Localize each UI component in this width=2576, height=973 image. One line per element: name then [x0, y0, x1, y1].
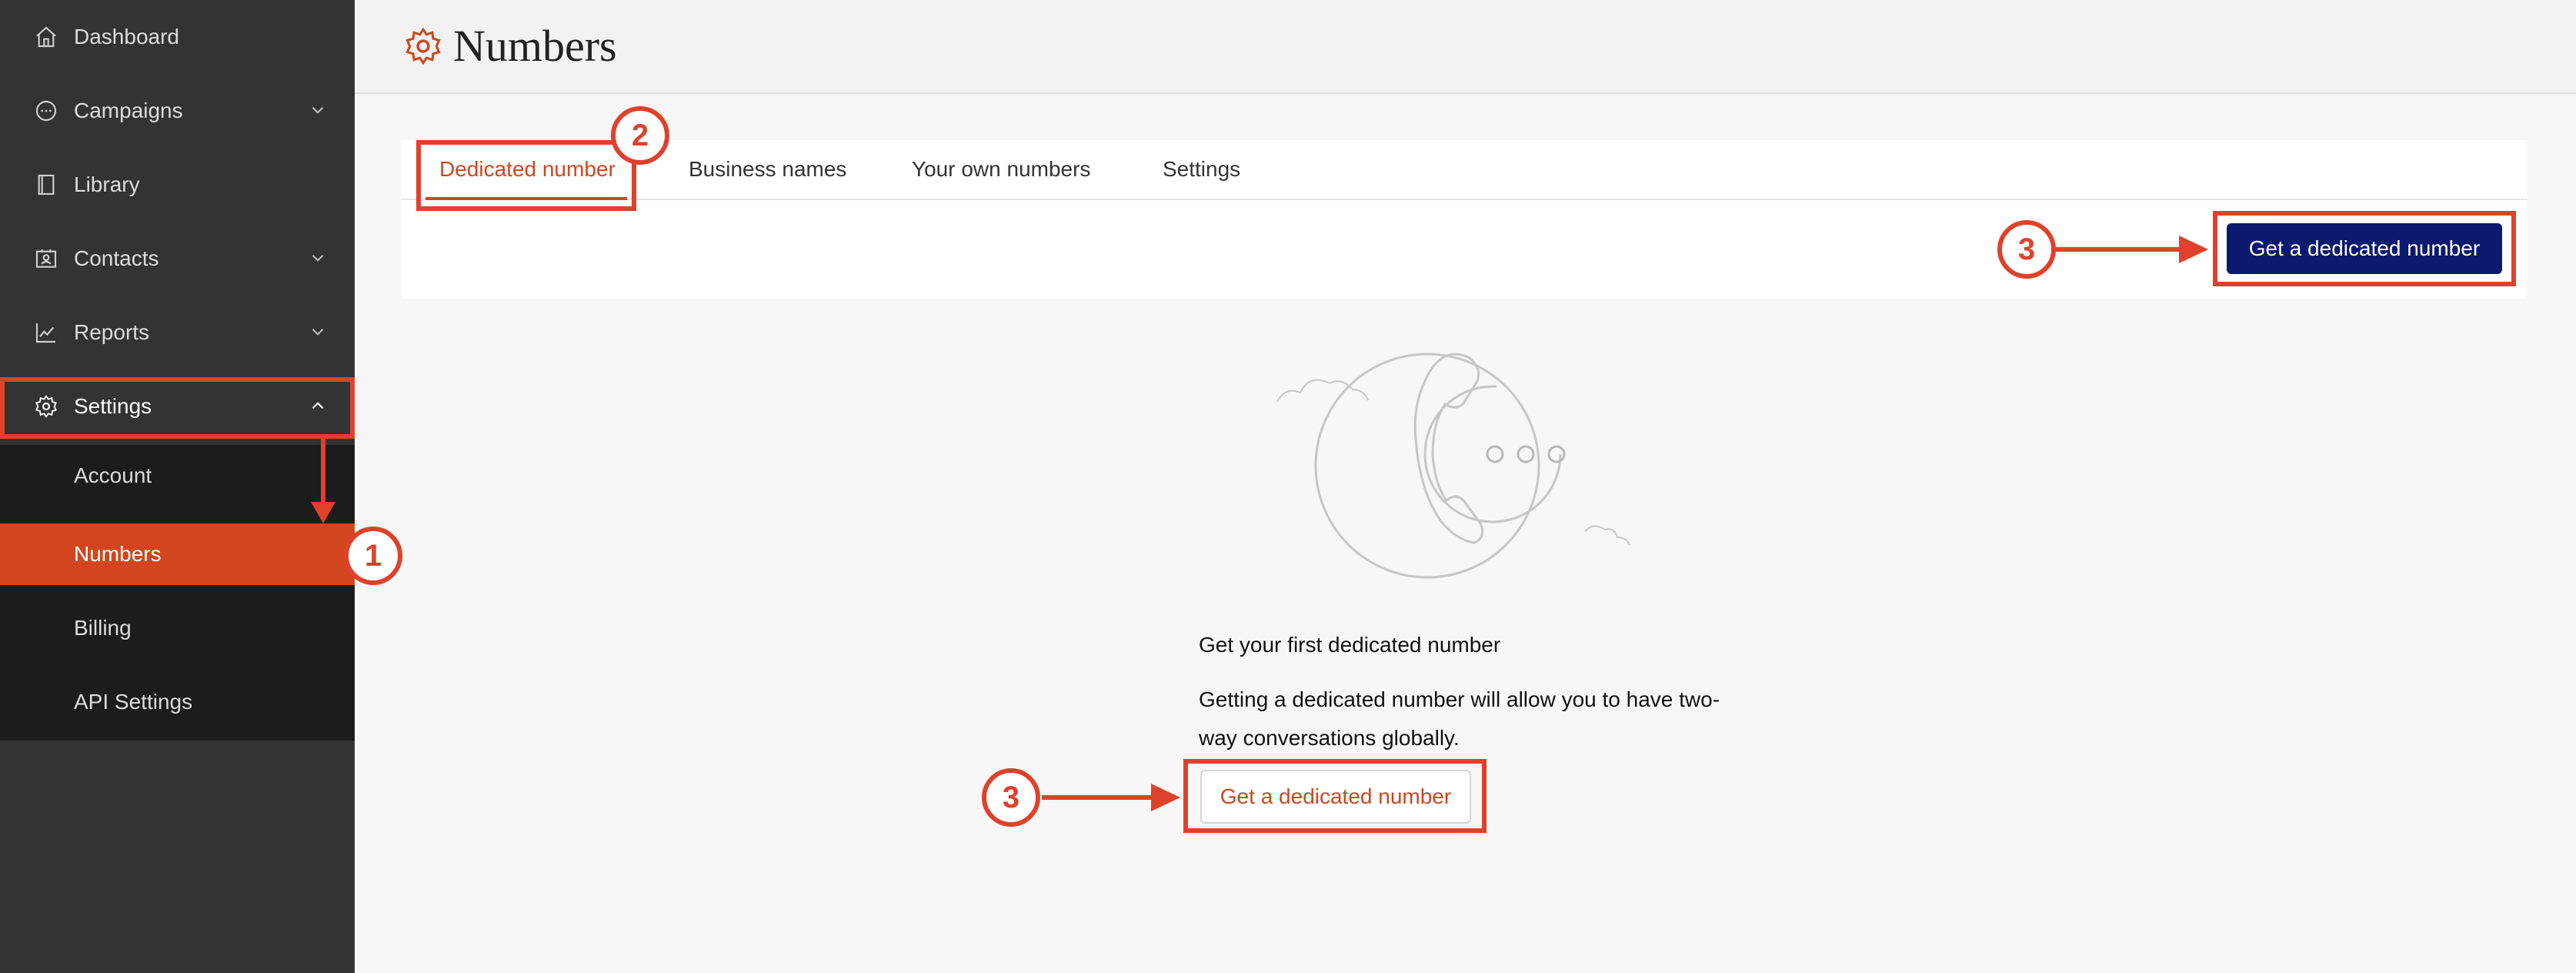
step-2-badge: 2	[611, 106, 669, 165]
annotation-arrows	[311, 236, 2208, 811]
step-1-badge: 1	[344, 527, 402, 585]
step-3-badge: 3	[982, 768, 1040, 827]
step-3-badge: 3	[1997, 220, 2056, 279]
